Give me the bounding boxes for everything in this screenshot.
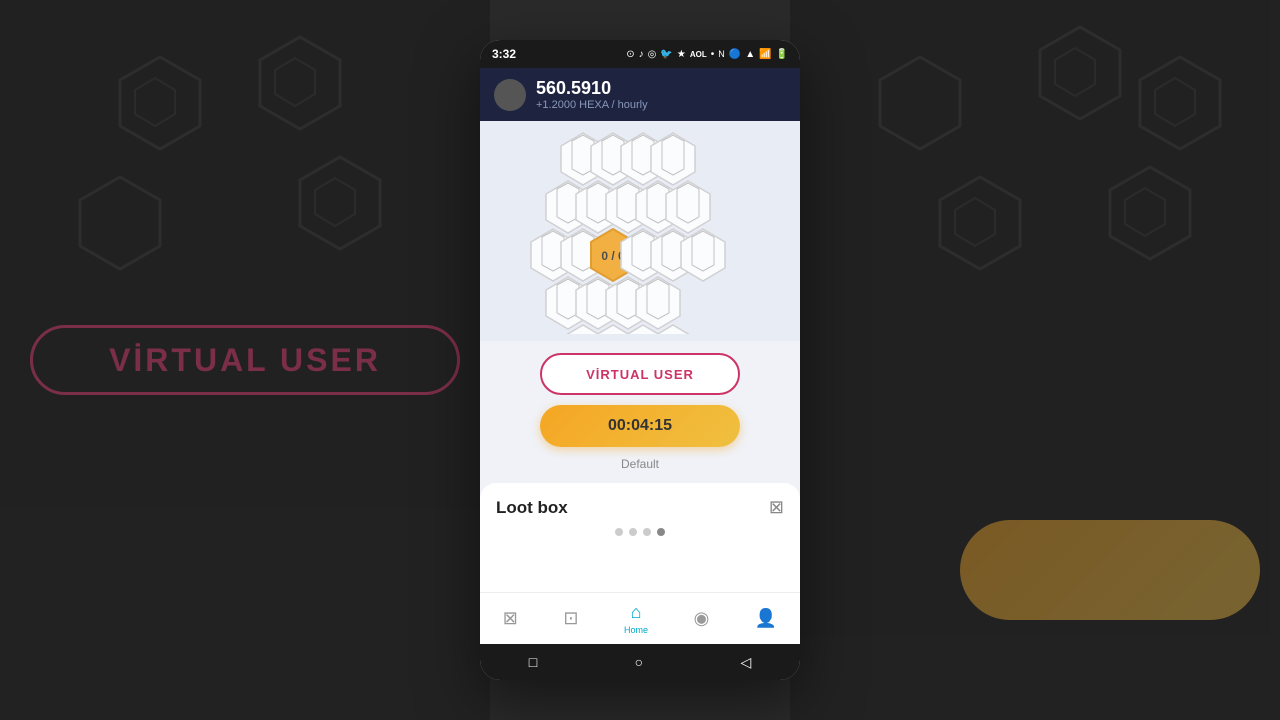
- phone-container: 3:32 ⊙ ♪ ◎ 🐦 ★ AOL • N 🔵 ▲ 📶 🔋 560.5910 …: [480, 40, 800, 680]
- nav-icon-1: ⊠: [503, 608, 518, 629]
- system-nav: □ ○ ◁: [480, 644, 800, 680]
- bottom-nav: ⊠ ⊡ ⌂ Home ◉ 👤: [480, 592, 800, 644]
- nav-icon-home: ⌂: [631, 602, 642, 623]
- nav-item-profile[interactable]: 👤: [747, 604, 785, 633]
- star-icon: ★: [677, 49, 686, 60]
- dot-1: [615, 528, 623, 536]
- status-icons: ⊙ ♪ ◎ 🐦 ★ AOL • N 🔵 ▲ 📶 🔋: [626, 49, 788, 60]
- dot-2: [629, 528, 637, 536]
- signal-icon: 📶: [759, 49, 771, 60]
- nav-label-home: Home: [624, 625, 648, 635]
- nfc-icon: N: [718, 49, 725, 59]
- sys-back-btn[interactable]: ◁: [740, 654, 751, 671]
- record-icon: ◎: [648, 49, 657, 60]
- loot-box-header: Loot box ⊠: [496, 497, 784, 518]
- action-area: VİRTUAL USER 00:04:15 Default: [480, 341, 800, 483]
- status-bar: 3:32 ⊙ ♪ ◎ 🐦 ★ AOL • N 🔵 ▲ 📶 🔋: [480, 40, 800, 68]
- sys-square-btn[interactable]: □: [529, 654, 537, 670]
- loot-box-icon: ⊠: [769, 497, 784, 518]
- bg-virtual-button: VİRTUAL USER: [30, 325, 460, 395]
- loot-box-section: Loot box ⊠: [480, 483, 800, 592]
- dot-4: [657, 528, 665, 536]
- background-right: [790, 0, 1280, 720]
- nav-icon-profile: 👤: [755, 608, 777, 629]
- avatar: [494, 79, 526, 111]
- dot-3: [643, 528, 651, 536]
- nav-item-3[interactable]: ◉: [686, 604, 718, 633]
- tiktok-icon: ♪: [639, 49, 644, 60]
- balance-rate: +1.2000 HEXA / hourly: [536, 99, 648, 111]
- nav-item-home[interactable]: ⌂ Home: [616, 598, 656, 639]
- nav-icon-3: ◉: [694, 608, 710, 629]
- battery-icon: 🔋: [776, 49, 788, 60]
- balance-header: 560.5910 +1.2000 HEXA / hourly: [480, 68, 800, 121]
- bg-oval: [960, 520, 1260, 620]
- sys-circle-btn[interactable]: ○: [635, 654, 643, 670]
- notification-icon: ⊙: [626, 49, 634, 60]
- loot-box-title: Loot box: [496, 498, 568, 518]
- status-time: 3:32: [492, 47, 516, 61]
- background-left: VİRTUAL USER: [0, 0, 490, 720]
- nav-item-1[interactable]: ⊠: [495, 604, 526, 633]
- default-label: Default: [621, 457, 659, 471]
- balance-amount: 560.5910: [536, 78, 648, 99]
- dot-icon: •: [711, 49, 715, 60]
- aol-icon: AOL: [690, 50, 707, 59]
- nav-item-2[interactable]: ⊡: [555, 604, 586, 633]
- virtual-user-button[interactable]: VİRTUAL USER: [540, 353, 740, 395]
- timer-button[interactable]: 00:04:15: [540, 405, 740, 447]
- twitter-icon: 🐦: [660, 49, 672, 60]
- hex-grid-svg: 0 / 0: [500, 129, 780, 334]
- hex-grid-area: 0 / 0: [480, 121, 800, 341]
- balance-info: 560.5910 +1.2000 HEXA / hourly: [536, 78, 648, 111]
- nav-icon-2: ⊡: [563, 608, 578, 629]
- wifi-icon: ▲: [745, 49, 755, 60]
- loot-box-dots: [496, 528, 784, 536]
- bluetooth-icon: 🔵: [729, 49, 741, 60]
